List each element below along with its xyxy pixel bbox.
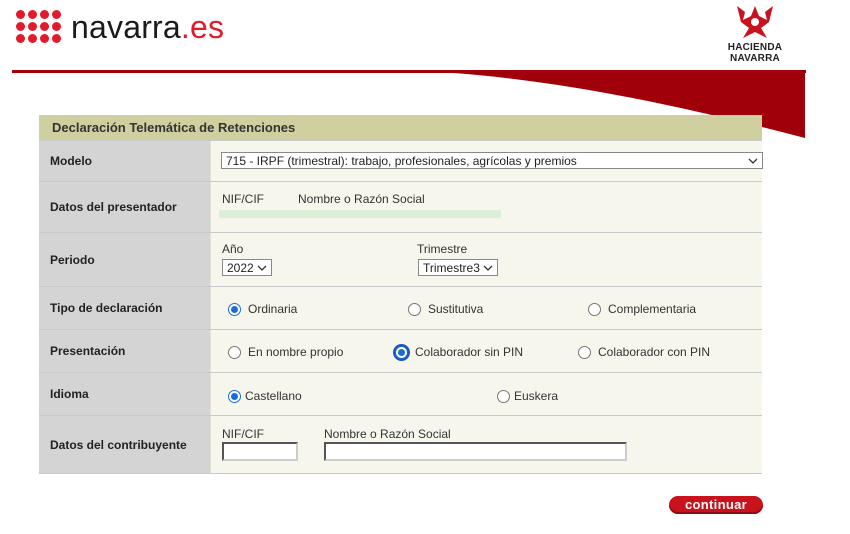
contribuyente-nombre-label: Nombre o Razón Social: [324, 427, 451, 441]
hacienda-shield-icon: [737, 6, 773, 38]
anio-label: Año: [222, 242, 244, 256]
chevron-down-icon: [748, 158, 758, 164]
modelo-label: Modelo: [39, 141, 210, 181]
declaracion-form: Declaración Telemática de Retenciones Mo…: [39, 115, 763, 474]
presentacion-label: Presentación: [39, 330, 210, 372]
radio-unselected-icon: [497, 389, 510, 403]
trimestre-label: Trimestre: [417, 242, 468, 256]
presentador-nombre-label: Nombre o Razón Social: [298, 192, 425, 206]
idioma-label: Idioma: [39, 373, 210, 415]
contribuyente-nif-input[interactable]: [222, 442, 298, 461]
trimestre-select[interactable]: Trimestre3: [418, 259, 498, 276]
row-idioma: Idioma Castellano Euskera: [39, 372, 762, 415]
radio-en-nombre-propio[interactable]: En nombre propio: [228, 345, 343, 359]
presentador-redacted-value: [219, 210, 501, 218]
radio-unselected-icon: [228, 345, 241, 359]
contribuyente-nombre-input[interactable]: [324, 442, 627, 461]
hacienda-line2: NAVARRA: [730, 53, 780, 64]
radio-euskera[interactable]: Euskera: [497, 389, 558, 403]
radio-colaborador-con-pin[interactable]: Colaborador con PIN: [578, 345, 710, 359]
hacienda-navarra-logo[interactable]: HACIENDA NAVARRA: [724, 2, 786, 64]
modelo-select[interactable]: 715 - IRPF (trimestral): trabajo, profes…: [221, 152, 763, 169]
row-periodo: Periodo Año 2022 Trimestre Trimestre3: [39, 232, 762, 286]
contribuyente-nif-label: NIF/CIF: [222, 427, 264, 441]
row-contribuyente: Datos del contribuyente NIF/CIF Nombre o…: [39, 415, 762, 474]
anio-select-value: 2022: [227, 260, 254, 275]
row-tipo: Tipo de declaración Ordinaria Sustitutiv…: [39, 286, 762, 329]
row-presentacion: Presentación En nombre propio Colaborado…: [39, 329, 762, 372]
radio-unselected-icon: [578, 345, 591, 359]
modelo-select-value: 715 - IRPF (trimestral): trabajo, profes…: [226, 153, 577, 168]
radio-ordinaria[interactable]: Ordinaria: [228, 302, 297, 316]
row-presentador: Datos del presentador NIF/CIF Nombre o R…: [39, 181, 762, 232]
navarra-dots-icon: [16, 10, 61, 43]
contribuyente-label: Datos del contribuyente: [39, 416, 210, 473]
radio-sustitutiva[interactable]: Sustitutiva: [408, 302, 483, 316]
presentador-label: Datos del presentador: [39, 182, 210, 232]
radio-castellano[interactable]: Castellano: [228, 389, 302, 403]
tipo-label: Tipo de declaración: [39, 287, 210, 329]
trimestre-select-value: Trimestre3: [423, 260, 480, 275]
anio-select[interactable]: 2022: [222, 259, 272, 276]
radio-unselected-icon: [408, 302, 421, 316]
periodo-label: Periodo: [39, 233, 210, 286]
radio-unselected-icon: [588, 302, 601, 316]
form-title: Declaración Telemática de Retenciones: [39, 115, 762, 140]
radio-complementaria[interactable]: Complementaria: [588, 302, 696, 316]
row-modelo: Modelo 715 - IRPF (trimestral): trabajo,…: [39, 140, 763, 181]
chevron-down-icon: [483, 265, 493, 271]
radio-colaborador-sin-pin[interactable]: Colaborador sin PIN: [395, 345, 523, 359]
navarra-logo-text: navarra.es: [71, 8, 225, 45]
continuar-button[interactable]: continuar: [669, 496, 763, 514]
radio-selected-icon: [228, 302, 241, 316]
radio-selected-icon: [228, 389, 241, 403]
presentador-nif-label: NIF/CIF: [222, 192, 264, 206]
chevron-down-icon: [257, 265, 267, 271]
radio-selected-icon: [395, 345, 408, 359]
hacienda-line1: HACIENDA: [727, 42, 783, 53]
navarra-logo[interactable]: navarra.es: [16, 10, 224, 43]
